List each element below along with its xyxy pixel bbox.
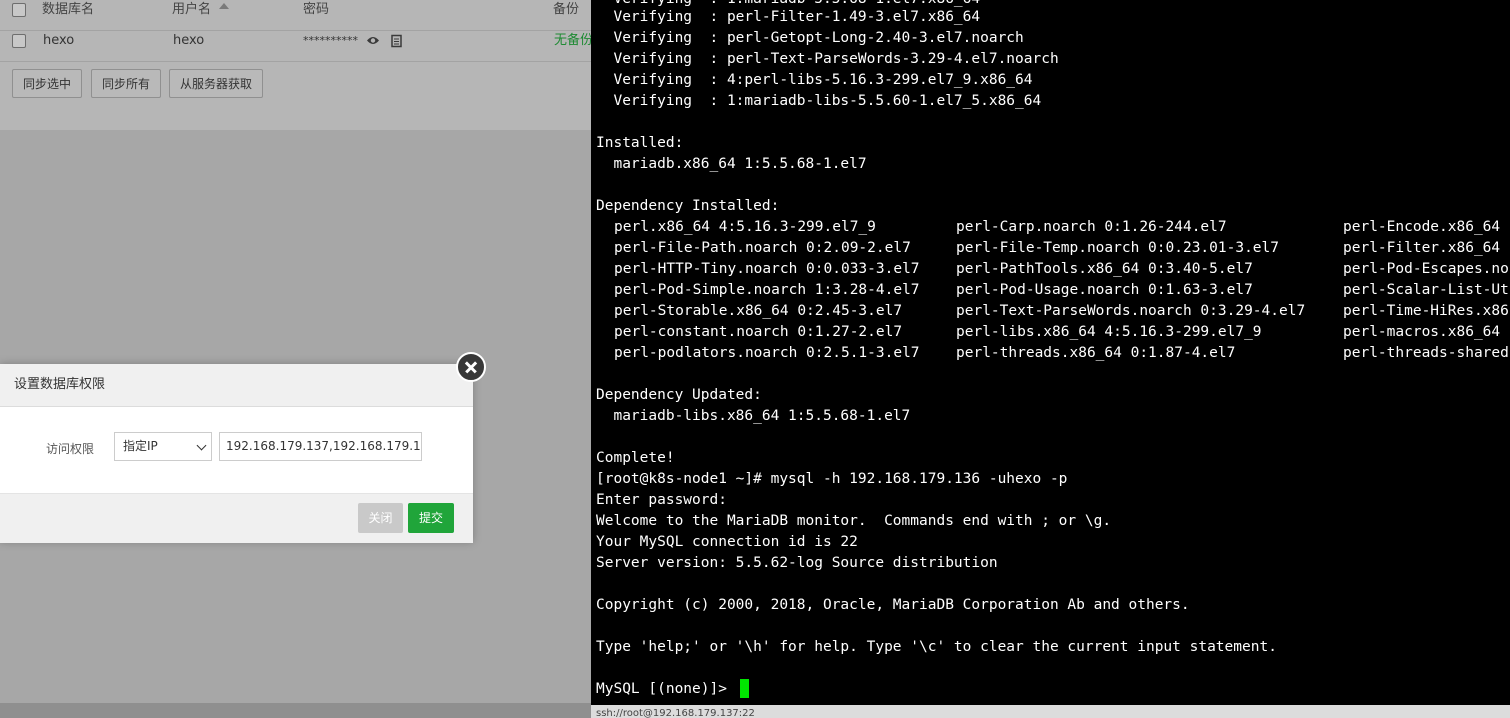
terminal-line: Server version: 5.5.62-log Source distri… [596, 555, 998, 571]
terminal-cursor [740, 679, 749, 698]
dialog-title-bar: 设置数据库权限 [0, 364, 473, 407]
ip-address-input[interactable]: 192.168.179.137,192.168.179.140 [219, 432, 422, 461]
dep-installed-item: perl-File-Temp.noarch 0:0.23.01-3.el7 [956, 240, 1280, 256]
terminal-line: Welcome to the MariaDB monitor. Commands… [596, 513, 1112, 529]
web-panel: 数据库名 用户名 密码 备份 hexo hexo ********** 无备份 … [0, 0, 591, 718]
terminal-status-bar: ssh://root@192.168.179.137:22 [591, 705, 1510, 718]
dep-installed-item: perl-PathTools.x86_64 0:3.40-5.el7 [956, 261, 1253, 277]
dep-installed-item: perl-Encode.x86_64 [1343, 219, 1501, 235]
dep-installed-item: perl-Filter.x86_64 [1343, 240, 1501, 256]
dep-installed-item: perl-File-Path.noarch 0:2.09-2.el7 [614, 240, 911, 256]
dep-installed-item: perl-Storable.x86_64 0:2.45-3.el7 [614, 303, 903, 319]
dep-installed-item: perl.x86_64 4:5.16.3-299.el7_9 [614, 219, 876, 235]
dep-installed-item: perl-Scalar-List-Ut [1343, 282, 1509, 298]
dep-installed-item: perl-libs.x86_64 4:5.16.3-299.el7_9 [956, 324, 1262, 340]
eye-icon[interactable] [366, 35, 380, 46]
close-button[interactable]: 关闭 [358, 503, 403, 533]
fetch-from-server-button[interactable]: 从服务器获取 [169, 69, 264, 98]
terminal-line: Type 'help;' or '\h' for help. Type '\c'… [596, 639, 1277, 655]
submit-button[interactable]: 提交 [408, 503, 454, 533]
page-footer-strip [0, 703, 591, 718]
dep-installed-item: perl-Time-HiRes.x86 [1343, 303, 1509, 319]
table-row: hexo hexo ********** 无备份 [0, 21, 591, 62]
terminal-line: Verifying : 1:mariadb-libs-5.5.60-1.el7_… [596, 93, 1042, 109]
access-permission-value: 指定IP [123, 439, 158, 453]
dep-installed-item: perl-threads-shared [1343, 345, 1509, 361]
terminal-line: Installed: [596, 135, 684, 151]
terminal-line: Verifying : perl-Text-ParseWords-3.29-4.… [596, 51, 1059, 67]
dep-installed-item: perl-Text-ParseWords.noarch 0:3.29-4.el7 [956, 303, 1306, 319]
terminal-line: Verifying : perl-Getopt-Long-2.40-3.el7.… [596, 30, 1024, 46]
dep-installed-item: perl-threads.x86_64 0:1.87-4.el7 [956, 345, 1236, 361]
dep-installed-item: perl-Pod-Simple.noarch 1:3.28-4.el7 [614, 282, 920, 298]
ssh-connection-label: ssh://root@192.168.179.137:22 [596, 708, 755, 718]
password-cell: ********** [303, 34, 358, 47]
terminal-line: Your MySQL connection id is 22 [596, 534, 858, 550]
terminal-command-line: [root@k8s-node1 ~]# mysql -h 192.168.179… [596, 471, 1068, 487]
db-permission-dialog: 设置数据库权限 访问权限 指定IP 192.168.179.137,192.16… [0, 364, 473, 543]
terminal-line: mariadb.x86_64 1:5.5.68-1.el7 [596, 156, 867, 172]
backup-status: 无备份 [554, 33, 591, 48]
terminal-window[interactable]: Verifying : 1:mariadb-5.5.68-1.el7.x86_6… [591, 0, 1510, 718]
chevron-down-icon [196, 440, 207, 451]
terminal-line: Copyright (c) 2000, 2018, Oracle, MariaD… [596, 597, 1190, 613]
row-checkbox[interactable] [12, 34, 26, 48]
dep-installed-item: perl-Carp.noarch 0:1.26-244.el7 [956, 219, 1227, 235]
terminal-line: Verifying : 4:perl-libs-5.16.3-299.el7_9… [596, 72, 1033, 88]
db-name-cell: hexo [43, 33, 75, 48]
sync-all-button[interactable]: 同步所有 [91, 69, 162, 98]
dep-installed-item: perl-Pod-Usage.noarch 0:1.63-3.el7 [956, 282, 1253, 298]
terminal-line: Dependency Updated: [596, 387, 762, 403]
dialog-title: 设置数据库权限 [14, 377, 106, 392]
terminal-line: Dependency Installed: [596, 198, 780, 214]
database-list-area: 数据库名 用户名 密码 备份 hexo hexo ********** 无备份 … [0, 0, 591, 130]
username-cell: hexo [173, 33, 205, 48]
dep-installed-item: perl-HTTP-Tiny.noarch 0:0.033-3.el7 [614, 261, 920, 277]
terminal-line: Verifying : perl-Filter-1.49-3.el7.x86_6… [596, 9, 981, 25]
dialog-footer: 关闭 提交 [0, 493, 473, 543]
mysql-prompt[interactable]: MySQL [(none)]> [596, 679, 736, 700]
dep-installed-item: perl-podlators.noarch 0:2.5.1-3.el7 [614, 345, 920, 361]
dep-installed-item: perl-macros.x86_64 [1343, 324, 1501, 340]
terminal-line: Enter password: [596, 492, 727, 508]
terminal-line: Complete! [596, 450, 675, 466]
select-all-checkbox[interactable] [12, 3, 26, 17]
sort-asc-icon[interactable] [219, 3, 229, 9]
copy-icon[interactable] [389, 34, 403, 48]
sync-selected-button[interactable]: 同步选中 [12, 69, 83, 98]
dep-installed-item: perl-Pod-Escapes.no [1343, 261, 1509, 277]
terminal-line: mariadb-libs.x86_64 1:5.5.68-1.el7 [596, 408, 911, 424]
access-permission-label: 访问权限 [46, 442, 95, 456]
access-permission-select[interactable]: 指定IP [114, 432, 212, 461]
close-icon[interactable] [456, 352, 486, 382]
dep-installed-item: perl-constant.noarch 0:1.27-2.el7 [614, 324, 903, 340]
dialog-body: 访问权限 指定IP 192.168.179.137,192.168.179.14… [0, 407, 473, 493]
